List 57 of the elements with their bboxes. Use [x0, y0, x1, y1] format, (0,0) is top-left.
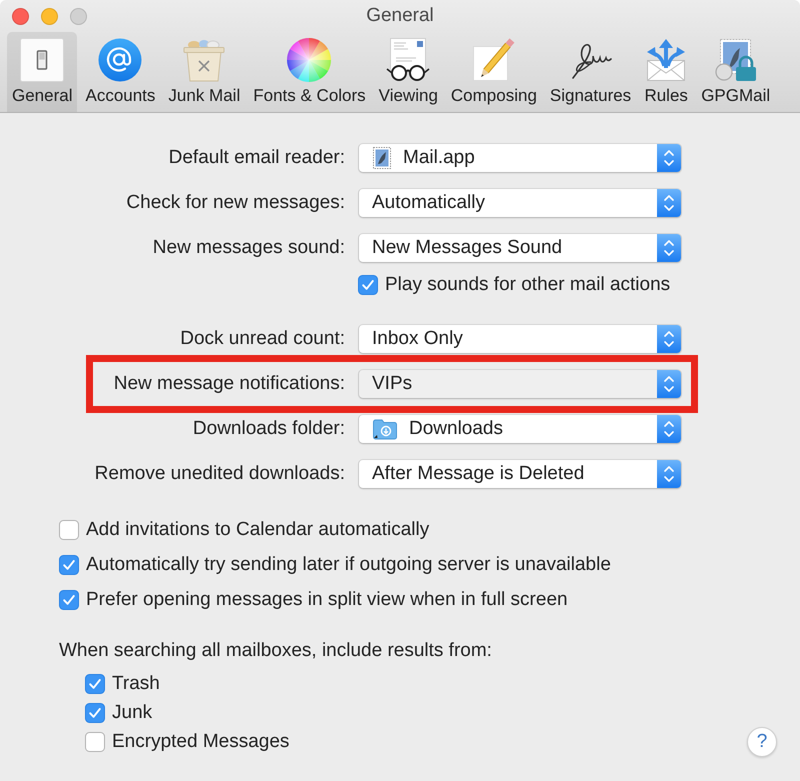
popup-button[interactable]: Inbox Only	[358, 324, 682, 354]
stepper-icon	[657, 234, 681, 262]
help-button[interactable]: ?	[747, 726, 777, 756]
stepper-icon	[657, 144, 681, 172]
window-title: General	[366, 5, 434, 27]
stepper-icon	[657, 370, 681, 398]
glasses-icon	[386, 38, 430, 82]
popup-button[interactable]: Automatically	[358, 188, 682, 218]
stamp-icon	[373, 146, 391, 168]
switch-icon	[20, 38, 64, 82]
checkbox-label: Add invitations to Calendar automatically	[86, 519, 430, 541]
checkbox[interactable]	[59, 520, 79, 540]
checkbox[interactable]	[85, 732, 105, 752]
section-label: When searching all mailboxes, include results from:	[59, 640, 492, 662]
toolbar-tab[interactable]: Junk Mail	[163, 32, 246, 112]
toolbar-tab[interactable]: Viewing	[374, 32, 443, 112]
checkbox[interactable]	[358, 275, 378, 295]
stepper-icon	[657, 415, 681, 443]
checkbox-label: Junk	[112, 702, 152, 724]
folder-icon	[373, 418, 397, 440]
popup-button[interactable]: Mail.app	[358, 142, 682, 172]
toolbar-tab[interactable]: Accounts	[80, 32, 160, 112]
toolbar-tab[interactable]: Signatures	[544, 32, 636, 112]
form-label: New message notifications:	[114, 373, 345, 394]
popup-button[interactable]: Downloads	[358, 414, 682, 444]
checkbox-label: Play sounds for other mail actions	[385, 274, 670, 296]
pencil-icon	[472, 38, 516, 82]
toolbar-tab[interactable]: Composing	[446, 32, 542, 112]
form-label: Downloads folder:	[192, 418, 345, 439]
form-label: Default email reader:	[168, 146, 345, 168]
checkbox[interactable]	[59, 555, 79, 575]
form-label: Dock unread count:	[180, 328, 345, 349]
toolbar-tab[interactable]: Fonts & Colors	[248, 32, 371, 112]
stepper-icon	[657, 188, 681, 216]
stepper-icon	[657, 325, 681, 353]
stamp-lock-icon	[714, 38, 758, 82]
checkbox[interactable]	[85, 703, 105, 723]
stepper-icon	[657, 460, 681, 488]
toolbar-tab[interactable]: Rules	[639, 32, 694, 112]
form-label: New messages sound:	[152, 236, 345, 258]
checkbox[interactable]	[85, 674, 105, 694]
toolbar-tab[interactable]: General	[7, 32, 78, 112]
at-sign-icon	[98, 38, 142, 82]
close-button[interactable]	[12, 8, 29, 24]
color-wheel-icon	[287, 38, 332, 82]
checkbox-label: Encrypted Messages	[112, 731, 290, 753]
popup-button[interactable]: VIPs	[358, 369, 682, 399]
form-label: Remove unedited downloads:	[94, 463, 345, 484]
toolbar-tab[interactable]: GPGMail	[696, 32, 776, 112]
checkbox-label: Trash	[112, 673, 160, 695]
checkbox-label: Prefer opening messages in split view when in full screen	[86, 589, 568, 611]
checkbox-label: Automatically try sending later if outgoing server is unavailable	[86, 554, 611, 576]
popup-button[interactable]: New Messages Sound	[358, 232, 682, 262]
checkbox[interactable]	[59, 590, 79, 610]
popup-button[interactable]: After Message is Deleted	[358, 459, 682, 489]
form-label: Check for new messages:	[126, 192, 345, 212]
trash-bin-icon	[182, 38, 226, 82]
